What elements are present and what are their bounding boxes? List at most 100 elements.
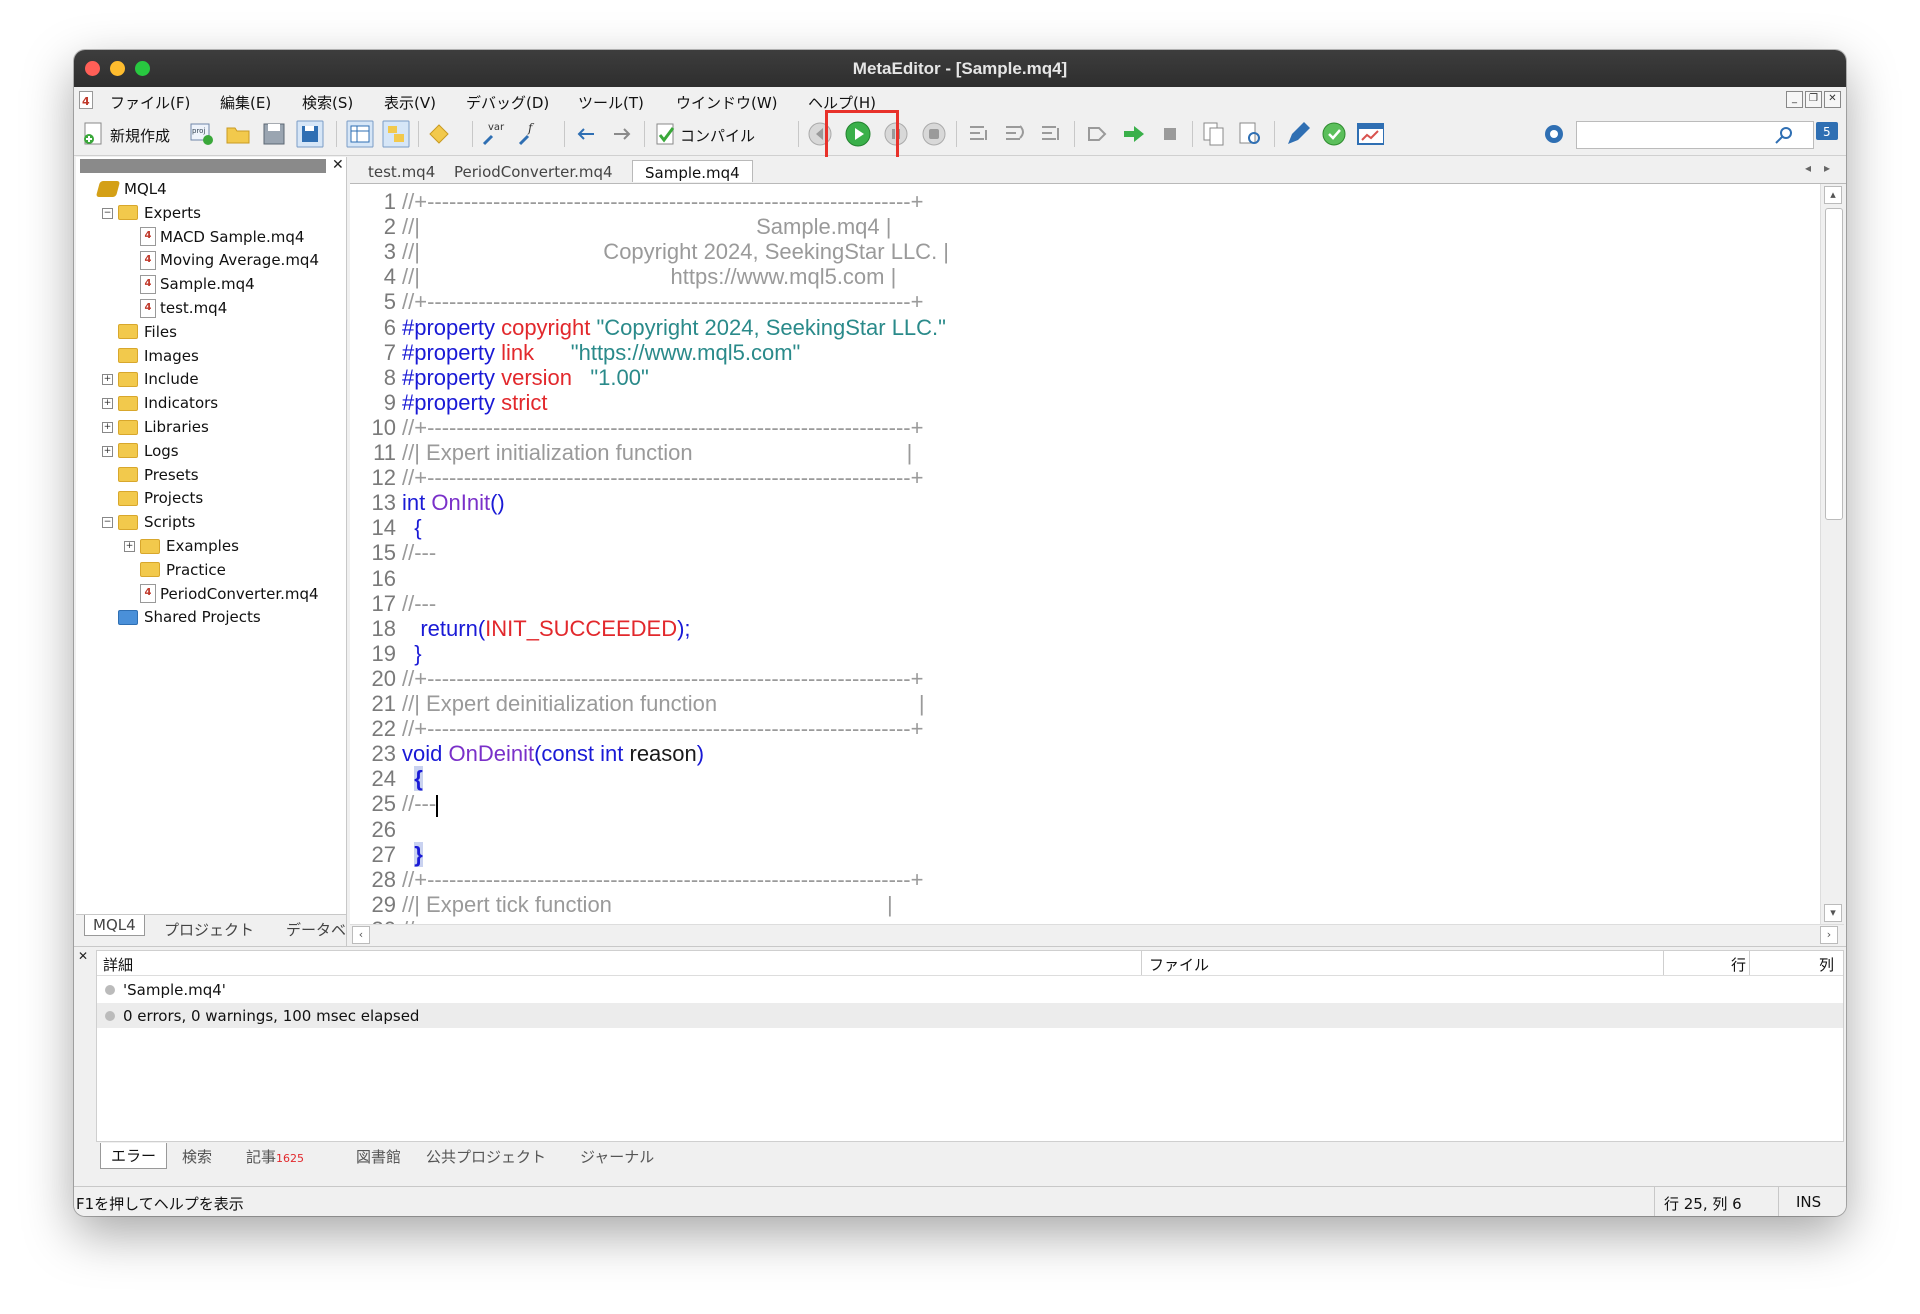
menu-file[interactable]: ファイル(F) bbox=[110, 92, 190, 113]
tab-errors[interactable]: エラー bbox=[100, 1143, 168, 1169]
tree-item[interactable]: + Include bbox=[102, 367, 199, 391]
code-line[interactable]: 25//--- bbox=[350, 791, 1800, 817]
code-line[interactable]: 18 return(INIT_SUCCEEDED); bbox=[350, 616, 1800, 641]
toolbox-close-icon[interactable]: ✕ bbox=[78, 949, 88, 963]
tree-item[interactable]: + Logs bbox=[102, 439, 179, 463]
tree-item[interactable]: + Libraries bbox=[102, 415, 209, 439]
tree-item[interactable]: Files bbox=[118, 320, 177, 344]
code-line[interactable]: 22//+-----------------------------------… bbox=[350, 716, 1800, 741]
compile-label[interactable]: コンパイル bbox=[680, 125, 755, 146]
code-line[interactable]: 16 bbox=[350, 566, 1800, 591]
preview-icon[interactable] bbox=[1236, 120, 1264, 148]
tab-public-projects[interactable]: 公共プロジェクト bbox=[426, 1146, 546, 1167]
vertical-scrollbar[interactable]: ▴ ▾ bbox=[1820, 184, 1845, 924]
open-folder-icon[interactable] bbox=[224, 120, 252, 148]
toolbox-toggle-icon[interactable] bbox=[382, 120, 410, 148]
code-line[interactable]: 14 { bbox=[350, 515, 1800, 540]
tree-item[interactable]: Presets bbox=[118, 463, 199, 487]
collapse-icon[interactable]: − bbox=[102, 207, 113, 219]
scroll-up-icon[interactable]: ▴ bbox=[1824, 186, 1842, 204]
code-line[interactable]: 11//| Expert initialization function | bbox=[350, 440, 1800, 465]
code-line[interactable]: 13 int OnInit() bbox=[350, 490, 1800, 515]
new-file-icon[interactable] bbox=[80, 120, 108, 148]
code-line[interactable]: 28//+-----------------------------------… bbox=[350, 867, 1800, 892]
code-line[interactable]: 27 } bbox=[350, 841, 1800, 867]
tab-scroll-left-icon[interactable]: ◂ bbox=[1805, 161, 1811, 175]
tree-item[interactable]: 4 Sample.mq4 bbox=[140, 272, 255, 296]
continue-icon[interactable] bbox=[1120, 120, 1148, 148]
settings-gear-icon[interactable] bbox=[1540, 120, 1568, 148]
tree-item[interactable]: Shared Projects bbox=[118, 605, 261, 629]
tab-journal[interactable]: ジャーナル bbox=[580, 1146, 654, 1167]
code-line[interactable]: 15//--- bbox=[350, 540, 1800, 565]
expand-icon[interactable]: + bbox=[102, 398, 113, 410]
stop-square-icon[interactable] bbox=[1156, 120, 1184, 148]
menu-search[interactable]: 検索(S) bbox=[302, 92, 353, 113]
tab-sample-mq4[interactable]: Sample.mq4 bbox=[632, 160, 753, 182]
check-shield-icon[interactable] bbox=[1320, 120, 1348, 148]
menu-tools[interactable]: ツール(T) bbox=[578, 92, 644, 113]
tree-item[interactable]: Images bbox=[118, 344, 199, 368]
mdi-minimize-icon[interactable]: _ bbox=[1786, 91, 1803, 108]
menu-view[interactable]: 表示(V) bbox=[384, 92, 436, 113]
tree-item[interactable]: − Scripts bbox=[102, 510, 195, 534]
insert-function-icon[interactable]: f bbox=[516, 120, 544, 148]
code-line[interactable]: 1//+------------------------------------… bbox=[350, 189, 1800, 214]
new-project-icon[interactable]: proj bbox=[188, 120, 216, 148]
styler-dropdown-icon[interactable] bbox=[426, 120, 454, 148]
tab-scroll-right-icon[interactable]: ▸ bbox=[1824, 161, 1830, 175]
save-all-icon[interactable] bbox=[296, 120, 324, 148]
scroll-thumb[interactable] bbox=[1825, 208, 1843, 520]
code-line[interactable]: 19 } bbox=[350, 641, 1800, 666]
code-line[interactable]: 5//+------------------------------------… bbox=[350, 289, 1800, 314]
scroll-left-icon[interactable]: ‹ bbox=[352, 926, 370, 944]
messages-icon[interactable]: 5 bbox=[1814, 120, 1842, 148]
navigator-close-icon[interactable]: ✕ bbox=[332, 157, 344, 173]
tree-item[interactable]: + Indicators bbox=[102, 391, 218, 415]
code-line[interactable]: 12//+-----------------------------------… bbox=[350, 465, 1800, 490]
copy-pages-icon[interactable] bbox=[1200, 120, 1228, 148]
code-line[interactable]: 26 bbox=[350, 817, 1800, 842]
code-line[interactable]: 3//| Copyright 2024, SeekingStar LLC. | bbox=[350, 239, 1800, 264]
menu-window[interactable]: ウインドウ(W) bbox=[676, 92, 778, 113]
code-line[interactable]: 10//+-----------------------------------… bbox=[350, 415, 1800, 440]
tree-item[interactable]: 4 MACD Sample.mq4 bbox=[140, 225, 304, 249]
mdi-restore-icon[interactable]: ❐ bbox=[1805, 91, 1822, 108]
code-editor[interactable]: 1//+------------------------------------… bbox=[350, 184, 1820, 924]
code-line[interactable]: 24 { bbox=[350, 766, 1800, 792]
expand-icon[interactable]: + bbox=[124, 541, 135, 552]
tree-item[interactable]: 4 Moving Average.mq4 bbox=[140, 248, 319, 272]
collapse-icon[interactable]: − bbox=[102, 517, 113, 529]
code-line[interactable]: 29//| Expert tick function | bbox=[350, 892, 1800, 917]
tab-database[interactable]: データベ bbox=[286, 919, 346, 940]
scroll-down-icon[interactable]: ▾ bbox=[1824, 904, 1842, 922]
step-into-icon[interactable] bbox=[966, 120, 994, 148]
code-line[interactable]: 21//| Expert deinitialization function | bbox=[350, 691, 1800, 716]
mdi-close-icon[interactable]: ✕ bbox=[1824, 91, 1841, 108]
navigator-toggle-icon[interactable] bbox=[346, 120, 374, 148]
code-line[interactable]: 20//+-----------------------------------… bbox=[350, 666, 1800, 691]
step-out-icon[interactable] bbox=[1038, 120, 1066, 148]
run-to-cursor-icon[interactable] bbox=[1084, 120, 1112, 148]
tab-periodconverter-mq4[interactable]: PeriodConverter.mq4 bbox=[442, 160, 625, 182]
expand-icon[interactable]: + bbox=[102, 422, 113, 433]
terminal-icon[interactable] bbox=[1356, 120, 1384, 148]
code-line[interactable]: 30 //+-----------------------------------… bbox=[350, 917, 1800, 924]
compile-icon[interactable] bbox=[652, 120, 680, 148]
tree-item[interactable]: − Experts bbox=[102, 201, 201, 225]
code-line[interactable]: 6 #property copyright "Copyright 2024, Se… bbox=[350, 315, 1800, 340]
scroll-right-icon[interactable]: › bbox=[1820, 926, 1838, 944]
message-row[interactable]: 'Sample.mq4' bbox=[97, 977, 1843, 1002]
tree-item[interactable]: Projects bbox=[118, 486, 203, 510]
tab-library[interactable]: 図書館 bbox=[356, 1146, 401, 1167]
back-arrow-icon[interactable] bbox=[572, 120, 600, 148]
tab-project[interactable]: プロジェクト bbox=[164, 919, 254, 940]
message-row[interactable]: 0 errors, 0 warnings, 100 msec elapsed bbox=[97, 1003, 1843, 1028]
tab-search[interactable]: 検索 bbox=[182, 1146, 212, 1167]
tree-item[interactable]: MQL4 bbox=[95, 177, 167, 201]
code-line[interactable]: 7 #property link "https://www.mql5.com" bbox=[350, 340, 1800, 365]
tab-articles[interactable]: 記事1625 bbox=[246, 1146, 304, 1167]
tree-item[interactable]: 4 test.mq4 bbox=[140, 296, 227, 320]
insert-variable-icon[interactable]: var bbox=[480, 120, 508, 148]
forward-arrow-icon[interactable] bbox=[608, 120, 636, 148]
